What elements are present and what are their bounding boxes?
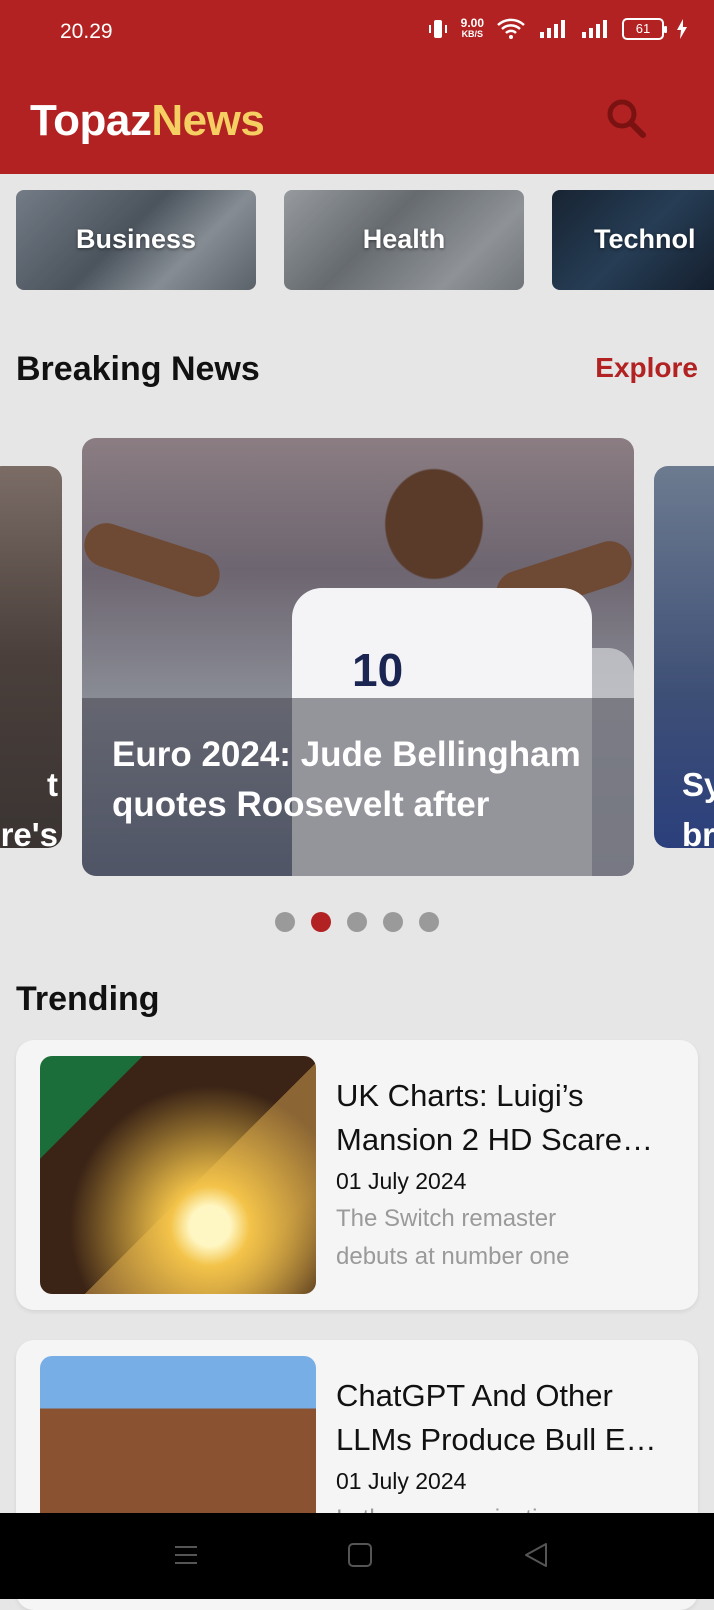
article-title-line: LLMs Produce Bull E… (336, 1422, 657, 1457)
carousel-dot[interactable] (275, 912, 295, 932)
recents-button[interactable] (170, 1539, 202, 1571)
charging-icon (677, 19, 687, 39)
net-speed-unit: KB/S (461, 29, 484, 39)
status-icons: 9.00 KB/S 61 (427, 16, 688, 40)
carousel-slide-next[interactable]: Sy br (654, 466, 714, 848)
category-technology[interactable]: Technol (552, 190, 714, 290)
slide-caption: Sy br (682, 760, 714, 848)
net-speed: 9.00 KB/S (460, 16, 484, 40)
carousel-slide-active[interactable]: 10 Euro 2024: Jude Bellingham quotes Roo… (82, 438, 634, 876)
article-thumbnail (40, 1056, 316, 1294)
wifi-icon (497, 18, 525, 39)
article-description-line: debuts at number one (336, 1243, 570, 1270)
category-label: Technol (594, 224, 696, 254)
slide-caption: Euro 2024: Jude Bellingham quotes Roosev… (112, 730, 612, 830)
back-icon (525, 1543, 547, 1567)
explore-link[interactable]: Explore (595, 352, 698, 384)
search-button[interactable] (604, 96, 648, 140)
article-title-line: Mansion 2 HD Scare… (336, 1122, 654, 1157)
status-bar: 20.29 9.00 KB/S 61 (0, 0, 714, 64)
trending-heading: Trending (16, 980, 160, 1018)
battery-icon: 61 (622, 18, 667, 40)
photo-detail (82, 517, 226, 603)
menu-icon (175, 1546, 197, 1564)
article-title-line: ChatGPT And Other (336, 1378, 613, 1413)
search-icon (607, 99, 646, 138)
carousel-dot[interactable] (347, 912, 367, 932)
vibrate-icon (428, 20, 447, 38)
article-date: 01 July 2024 (336, 1468, 467, 1494)
slide-caption-line: br (682, 816, 714, 848)
article-title-line: UK Charts: Luigi’s (336, 1078, 584, 1113)
slide-caption-line: Euro 2024: Jude Bellingham (112, 735, 581, 774)
carousel-dot-active[interactable] (311, 912, 331, 932)
signal-icon (582, 20, 607, 38)
signal-icon (540, 20, 565, 38)
carousel-indicator (275, 912, 439, 932)
category-label: Health (362, 224, 446, 254)
system-nav-bar (0, 1513, 714, 1599)
trending-card[interactable]: UK Charts: Luigi’s Mansion 2 HD Scare… 0… (16, 1040, 698, 1310)
app-logo: TopazNews (30, 96, 265, 146)
shirt-number: 10 (352, 644, 404, 696)
carousel-dot[interactable] (383, 912, 403, 932)
slide-caption-line: t (47, 766, 58, 803)
slide-caption-line: Sy (682, 766, 714, 803)
category-health[interactable]: Health (284, 190, 524, 290)
slide-caption-line: quotes Roosevelt after (112, 785, 490, 824)
home-button[interactable] (344, 1539, 376, 1571)
status-time: 20.29 (60, 20, 113, 43)
carousel-dot[interactable] (419, 912, 439, 932)
home-icon (348, 1543, 372, 1567)
category-label: Business (75, 224, 197, 254)
back-button[interactable] (520, 1539, 552, 1571)
article-title: UK Charts: Luigi’s Mansion 2 HD Scare… (336, 1074, 666, 1162)
net-speed-value: 9.00 (460, 16, 484, 30)
article-description: The Switch remaster debuts at number one (336, 1200, 656, 1276)
carousel-slide-prev[interactable]: t re's (0, 466, 62, 848)
brand-part2: News (151, 96, 265, 145)
article-title: ChatGPT And Other LLMs Produce Bull E… (336, 1374, 666, 1462)
slide-caption-line: re's (0, 816, 58, 848)
slide-caption: t re's (1, 760, 58, 848)
article-date: 01 July 2024 (336, 1168, 467, 1194)
breaking-news-heading: Breaking News (16, 350, 260, 388)
article-description-line: The Switch remaster (336, 1205, 557, 1232)
category-business[interactable]: Business (16, 190, 256, 290)
brand-part1: Topaz (30, 96, 152, 145)
